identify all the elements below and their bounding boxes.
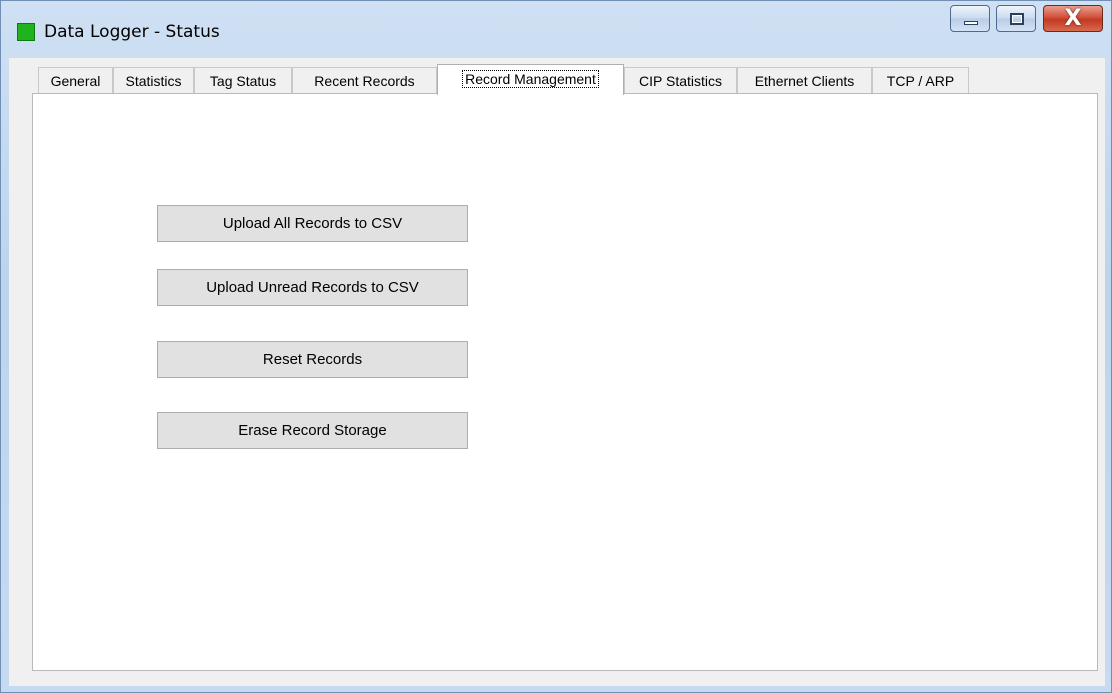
tab-record-management[interactable]: Record Management [437,64,624,95]
close-icon: X [1064,6,1082,31]
erase-record-storage-button[interactable]: Erase Record Storage [157,412,468,449]
tab-label: Statistics [125,73,182,89]
tab-label: Tag Status [209,73,277,89]
upload-all-records-button[interactable]: Upload All Records to CSV [157,205,468,242]
tab-ethernet-clients[interactable]: Ethernet Clients [737,67,872,94]
tab-general[interactable]: General [38,67,113,94]
tab-label: Record Management [462,70,599,88]
title-bar[interactable]: Data Logger - Status X [1,1,1111,55]
reset-records-button[interactable]: Reset Records [157,341,468,378]
minimize-button[interactable] [950,5,990,32]
tab-label: General [50,73,101,89]
tab-statistics[interactable]: Statistics [113,67,194,94]
upload-unread-records-button[interactable]: Upload Unread Records to CSV [157,269,468,306]
close-button[interactable]: X [1043,5,1103,32]
tab-tag-status[interactable]: Tag Status [194,67,292,94]
app-icon [17,23,35,41]
tab-tcp-arp[interactable]: TCP / ARP [872,67,969,94]
tab-label: Recent Records [314,73,415,89]
record-management-panel: Upload All Records to CSV Upload Unread … [32,93,1098,671]
tab-label: CIP Statistics [639,73,722,89]
tab-label: Ethernet Clients [754,73,855,89]
tab-cip-statistics[interactable]: CIP Statistics [624,67,737,94]
tab-recent-records[interactable]: Recent Records [292,67,437,94]
maximize-button[interactable] [996,5,1036,32]
window-title: Data Logger - Status [44,22,220,42]
app-window: Data Logger - Status X General Statistic… [0,0,1112,693]
maximize-icon [1010,13,1024,25]
tab-label: TCP / ARP [886,73,955,89]
minimize-icon [964,21,978,25]
